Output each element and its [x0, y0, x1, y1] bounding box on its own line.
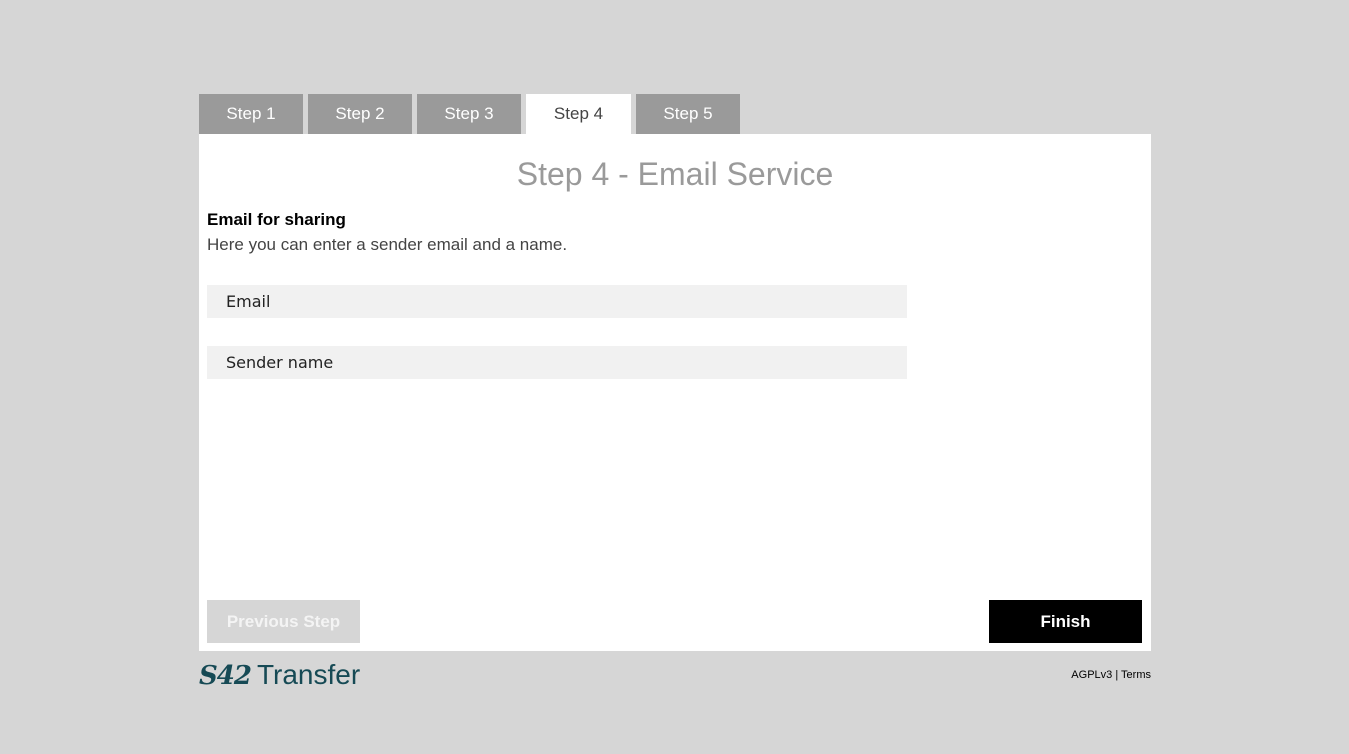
s42-transfer-logo: S42 Transfer — [199, 659, 360, 691]
page-title: Step 4 - Email Service — [516, 156, 834, 192]
section-description: Here you can enter a sender email and a … — [207, 235, 568, 254]
tab-step-3[interactable]: Step 3 — [417, 94, 521, 134]
email-field[interactable] — [207, 285, 907, 318]
terms-link[interactable]: Terms — [1121, 669, 1151, 681]
finish-button[interactable]: Finish — [989, 600, 1142, 643]
tab-step-1[interactable]: Step 1 — [199, 94, 303, 134]
step-tabs: Step 1 Step 2 Step 3 Step 4 Step 5 — [199, 94, 1151, 134]
previous-step-button[interactable]: Previous Step — [207, 600, 360, 643]
logo-wordmark: Transfer — [256, 659, 361, 690]
tab-step-5[interactable]: Step 5 — [636, 94, 740, 134]
license-link[interactable]: AGPLv3 — [1071, 669, 1112, 681]
footer: S42 Transfer AGPLv3 | Terms — [199, 659, 1151, 693]
wizard: Step 1 Step 2 Step 3 Step 4 Step 5 Step … — [199, 94, 1151, 651]
logo-mark: S42 — [199, 661, 252, 691]
sender-name-field[interactable] — [207, 346, 907, 379]
legal-separator: | — [1115, 669, 1119, 681]
legal-links: AGPLv3 | Terms — [1071, 669, 1151, 681]
step-panel: Step 4 - Email Service Email for sharing… — [199, 134, 1151, 651]
tab-step-2[interactable]: Step 2 — [308, 94, 412, 134]
section-title: Email for sharing — [207, 210, 346, 229]
tab-step-4[interactable]: Step 4 — [526, 94, 631, 134]
